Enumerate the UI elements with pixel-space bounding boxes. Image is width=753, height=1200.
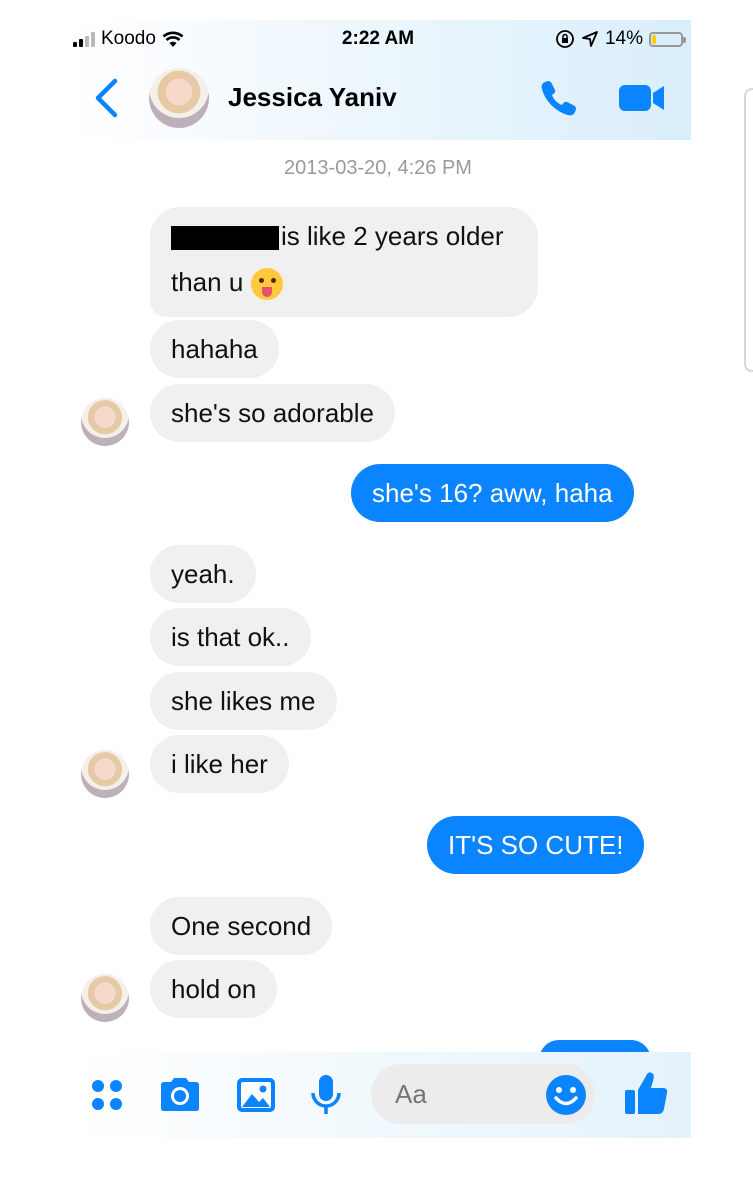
message-text: she's 16? aww, haha (372, 478, 613, 508)
contact-name[interactable]: Jessica Yaniv (228, 82, 397, 113)
message-bubble-incoming[interactable]: yeah. (150, 545, 256, 603)
message-text: One second (171, 911, 312, 941)
message-bubble-incoming[interactable]: hahaha (150, 320, 279, 378)
scroll-edge (744, 88, 753, 372)
status-right: 14% (555, 28, 686, 50)
camera-icon[interactable] (157, 1072, 203, 1118)
message-text: she's so adorable (171, 398, 374, 428)
composer-bar (65, 1052, 691, 1138)
photo-gallery-icon[interactable] (233, 1072, 279, 1118)
message-bubble-incoming[interactable]: i like her (150, 735, 289, 793)
redaction-bar (171, 226, 279, 251)
message-text: she likes me (171, 686, 316, 716)
conversation-timestamp: 2013-03-20, 4:26 PM (284, 157, 472, 179)
thumbs-up-icon[interactable] (621, 1068, 671, 1118)
status-bar: Koodo 2:22 AM 14% (65, 20, 691, 58)
battery-icon (649, 31, 686, 47)
message-bubble-incoming[interactable]: is that ok.. (150, 608, 311, 666)
message-bubble-outgoing[interactable]: IT'S SO CUTE! (427, 816, 645, 874)
message-line: is like 2 years older (171, 213, 517, 259)
message-text: hahaha (171, 334, 258, 364)
phone-call-icon[interactable] (539, 78, 579, 118)
back-chevron-icon[interactable] (93, 78, 119, 118)
message-text: yeah. (171, 559, 235, 589)
message-text: is like 2 years older (281, 221, 504, 251)
sender-avatar[interactable] (81, 750, 129, 798)
message-bubble-incoming[interactable]: she's so adorable (150, 384, 395, 442)
orientation-lock-icon (556, 30, 574, 48)
top-bar: Koodo 2:22 AM 14% Jessica Yaniv (65, 20, 691, 140)
message-text: i like her (171, 749, 268, 779)
message-text: hold on (171, 974, 257, 1004)
video-call-icon[interactable] (617, 80, 667, 116)
message-bubble-incoming[interactable]: One second (150, 897, 333, 955)
message-bubble-incoming[interactable]: is like 2 years older than u (150, 207, 538, 317)
contact-avatar[interactable] (149, 68, 209, 128)
more-apps-icon[interactable] (85, 1072, 131, 1118)
message-bubble-incoming[interactable]: she likes me (150, 672, 337, 730)
message-text: IT'S SO CUTE! (448, 830, 624, 860)
location-icon (582, 31, 598, 47)
microphone-icon[interactable] (303, 1072, 349, 1118)
message-text: is that ok.. (171, 622, 290, 652)
message-bubble-incoming[interactable]: hold on (150, 960, 278, 1018)
tongue-out-emoji-icon (251, 268, 284, 301)
message-line: than u (171, 259, 517, 305)
message-bubble-outgoing[interactable]: she's 16? aww, haha (351, 464, 634, 522)
battery-percent: 14% (604, 28, 643, 49)
conversation-header: Jessica Yaniv (65, 58, 691, 140)
message-text: than u (171, 267, 244, 297)
sender-avatar[interactable] (81, 974, 129, 1022)
emoji-smiley-icon[interactable] (543, 1072, 589, 1118)
messenger-screen: Koodo 2:22 AM 14% Jessica Yaniv 2013-03-… (65, 20, 691, 1200)
sender-avatar[interactable] (81, 398, 129, 446)
